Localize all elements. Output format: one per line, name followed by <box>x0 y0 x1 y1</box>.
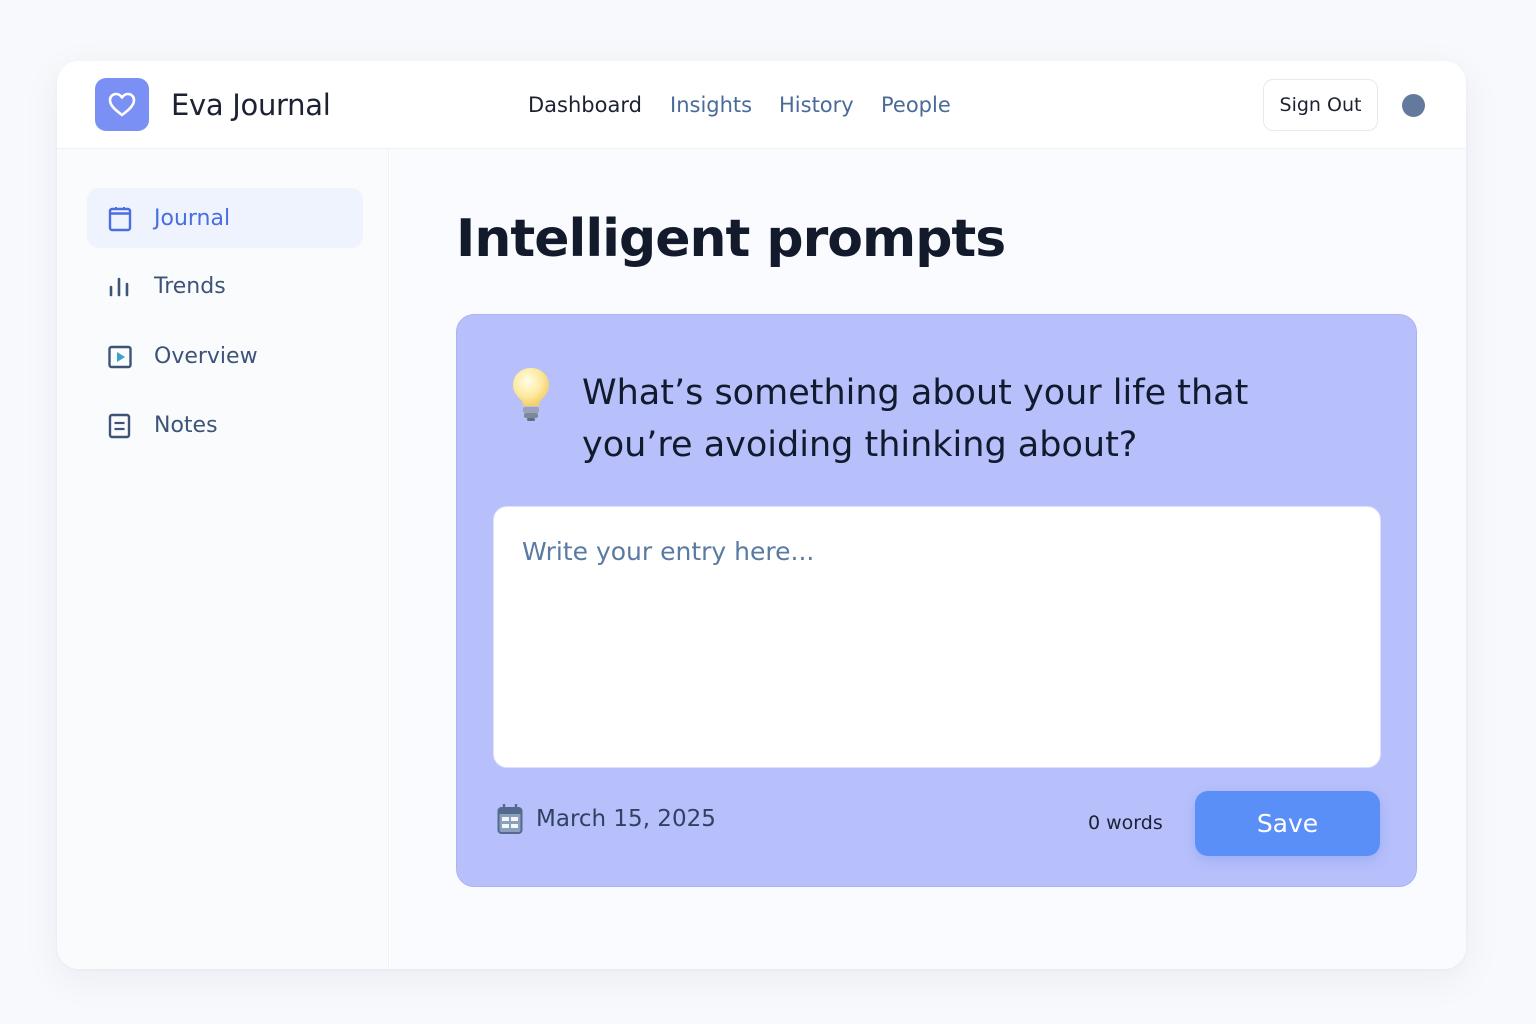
sidebar-item-label: Overview <box>154 343 258 369</box>
heart-icon <box>108 92 136 116</box>
note-icon <box>108 413 131 439</box>
sidebar-item-label: Trends <box>154 273 226 299</box>
prompt-text: What’s something about your life that yo… <box>582 373 1249 465</box>
app-title: Eva Journal <box>171 88 331 122</box>
nav-people[interactable]: People <box>881 93 951 117</box>
app-window: Eva Journal Dashboard Insights History P… <box>57 61 1466 969</box>
avatar[interactable] <box>1402 94 1425 117</box>
sidebar-item-journal[interactable]: Journal <box>87 188 363 248</box>
journal-icon <box>108 207 132 232</box>
word-count: 0 words <box>1088 812 1163 834</box>
save-button[interactable]: Save <box>1195 791 1380 856</box>
sidebar: Journal Trends Overview Notes <box>57 149 389 969</box>
nav-dashboard[interactable]: Dashboard <box>528 93 642 117</box>
sidebar-item-label: Notes <box>154 412 218 438</box>
play-square-icon <box>108 345 132 369</box>
sidebar-item-overview[interactable]: Overview <box>87 326 363 386</box>
nav-history[interactable]: History <box>779 93 854 117</box>
top-bar: Eva Journal Dashboard Insights History P… <box>57 61 1466 149</box>
bar-chart-icon <box>109 277 129 297</box>
main-content: Intelligent prompts What’s something abo… <box>390 149 1466 969</box>
prompt-card: What’s something about your life that yo… <box>456 314 1417 887</box>
sidebar-item-notes[interactable]: Notes <box>87 395 363 455</box>
entry-date: March 15, 2025 <box>536 806 716 832</box>
page-title: Intelligent prompts <box>456 209 1006 269</box>
sign-out-button[interactable]: Sign Out <box>1263 79 1378 131</box>
sidebar-item-trends[interactable]: Trends <box>87 256 363 316</box>
app-logo[interactable] <box>95 78 149 131</box>
calendar-icon <box>497 804 523 834</box>
sidebar-item-label: Journal <box>154 205 231 231</box>
nav-insights[interactable]: Insights <box>670 93 752 117</box>
lightbulb-icon <box>513 368 549 421</box>
journal-entry-input[interactable] <box>493 506 1381 768</box>
